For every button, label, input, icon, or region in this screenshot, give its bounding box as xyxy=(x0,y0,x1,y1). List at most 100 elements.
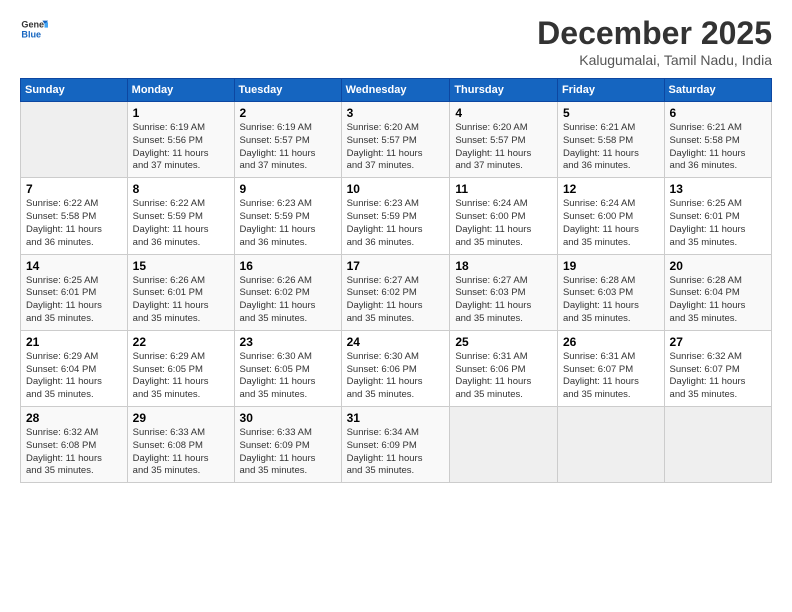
day-number: 18 xyxy=(455,259,552,273)
calendar-cell xyxy=(21,102,128,178)
day-number: 31 xyxy=(347,411,445,425)
day-info: Sunrise: 6:23 AMSunset: 5:59 PMDaylight:… xyxy=(347,198,445,249)
day-number: 20 xyxy=(670,259,766,273)
calendar-cell xyxy=(664,407,771,483)
calendar-week-row: 28 Sunrise: 6:32 AMSunset: 6:08 PMDayligh… xyxy=(21,407,772,483)
day-number: 25 xyxy=(455,335,552,349)
day-number: 23 xyxy=(240,335,336,349)
location-subtitle: Kalugumalai, Tamil Nadu, India xyxy=(537,52,772,68)
day-number: 24 xyxy=(347,335,445,349)
day-info: Sunrise: 6:25 AMSunset: 6:01 PMDaylight:… xyxy=(670,198,766,249)
calendar-cell: 19Sunrise: 6:28 AMSunset: 6:03 PMDayligh… xyxy=(557,254,664,330)
logo: General Blue xyxy=(20,15,48,43)
day-number: 6 xyxy=(670,106,766,120)
calendar-cell: 15 Sunrise: 6:26 AMSunset: 6:01 PMDayligh… xyxy=(127,254,234,330)
header: General Blue December 2025 Kalugumalai, … xyxy=(20,15,772,68)
calendar-week-row: 21 Sunrise: 6:29 AMSunset: 6:04 PMDayligh… xyxy=(21,330,772,406)
calendar-cell: 21 Sunrise: 6:29 AMSunset: 6:04 PMDayligh… xyxy=(21,330,128,406)
calendar-cell: 24 Sunrise: 6:30 AMSunset: 6:06 PMDayligh… xyxy=(341,330,450,406)
day-number: 3 xyxy=(347,106,445,120)
calendar-cell xyxy=(450,407,558,483)
day-info: Sunrise: 6:26 AMSunset: 6:01 PMDaylight:… xyxy=(133,275,229,326)
day-info: Sunrise: 6:21 AMSunset: 5:58 PMDaylight:… xyxy=(563,122,659,173)
calendar-cell: 5 Sunrise: 6:21 AMSunset: 5:58 PMDaylight… xyxy=(557,102,664,178)
calendar-cell: 23 Sunrise: 6:30 AMSunset: 6:05 PMDayligh… xyxy=(234,330,341,406)
day-info: Sunrise: 6:27 AMSunset: 6:03 PMDaylight:… xyxy=(455,275,552,326)
day-number: 14 xyxy=(26,259,122,273)
title-section: December 2025 Kalugumalai, Tamil Nadu, I… xyxy=(537,15,772,68)
day-info: Sunrise: 6:32 AMSunset: 6:08 PMDaylight:… xyxy=(26,427,122,478)
calendar-cell: 22 Sunrise: 6:29 AMSunset: 6:05 PMDayligh… xyxy=(127,330,234,406)
day-number: 7 xyxy=(26,182,122,196)
calendar-cell: 30 Sunrise: 6:33 AMSunset: 6:09 PMDayligh… xyxy=(234,407,341,483)
day-number: 29 xyxy=(133,411,229,425)
day-number: 11 xyxy=(455,182,552,196)
day-info: Sunrise: 6:24 AMSunset: 6:00 PMDaylight:… xyxy=(455,198,552,249)
calendar-table: SundayMondayTuesdayWednesdayThursdayFrid… xyxy=(20,78,772,483)
logo-icon: General Blue xyxy=(20,15,48,43)
day-number: 1 xyxy=(133,106,229,120)
day-info: Sunrise: 6:34 AMSunset: 6:09 PMDaylight:… xyxy=(347,427,445,478)
day-info: Sunrise: 6:27 AMSunset: 6:02 PMDaylight:… xyxy=(347,275,445,326)
day-number: 27 xyxy=(670,335,766,349)
day-number: 10 xyxy=(347,182,445,196)
day-number: 8 xyxy=(133,182,229,196)
day-info: Sunrise: 6:19 AMSunset: 5:56 PMDaylight:… xyxy=(133,122,229,173)
day-info: Sunrise: 6:28 AMSunset: 6:04 PMDaylight:… xyxy=(670,275,766,326)
calendar-cell: 11 Sunrise: 6:24 AMSunset: 6:00 PMDayligh… xyxy=(450,178,558,254)
calendar-cell xyxy=(557,407,664,483)
day-info: Sunrise: 6:21 AMSunset: 5:58 PMDaylight:… xyxy=(670,122,766,173)
calendar-cell: 1 Sunrise: 6:19 AMSunset: 5:56 PMDaylight… xyxy=(127,102,234,178)
header-cell-tuesday: Tuesday xyxy=(234,79,341,102)
day-number: 28 xyxy=(26,411,122,425)
day-info: Sunrise: 6:31 AMSunset: 6:07 PMDaylight:… xyxy=(563,351,659,402)
day-number: 12 xyxy=(563,182,659,196)
calendar-cell: 10 Sunrise: 6:23 AMSunset: 5:59 PMDayligh… xyxy=(341,178,450,254)
calendar-cell: 9Sunrise: 6:23 AMSunset: 5:59 PMDaylight… xyxy=(234,178,341,254)
day-number: 22 xyxy=(133,335,229,349)
calendar-cell: 3 Sunrise: 6:20 AMSunset: 5:57 PMDaylight… xyxy=(341,102,450,178)
day-info: Sunrise: 6:31 AMSunset: 6:06 PMDaylight:… xyxy=(455,351,552,402)
calendar-week-row: 1 Sunrise: 6:19 AMSunset: 5:56 PMDaylight… xyxy=(21,102,772,178)
calendar-cell: 6 Sunrise: 6:21 AMSunset: 5:58 PMDaylight… xyxy=(664,102,771,178)
day-info: Sunrise: 6:29 AMSunset: 6:05 PMDaylight:… xyxy=(133,351,229,402)
day-number: 15 xyxy=(133,259,229,273)
day-info: Sunrise: 6:23 AMSunset: 5:59 PMDaylight:… xyxy=(240,198,336,249)
day-info: Sunrise: 6:33 AMSunset: 6:08 PMDaylight:… xyxy=(133,427,229,478)
header-cell-friday: Friday xyxy=(557,79,664,102)
day-number: 26 xyxy=(563,335,659,349)
day-number: 5 xyxy=(563,106,659,120)
day-info: Sunrise: 6:25 AMSunset: 6:01 PMDaylight:… xyxy=(26,275,122,326)
header-cell-saturday: Saturday xyxy=(664,79,771,102)
day-info: Sunrise: 6:26 AMSunset: 6:02 PMDaylight:… xyxy=(240,275,336,326)
calendar-cell: 8Sunrise: 6:22 AMSunset: 5:59 PMDaylight… xyxy=(127,178,234,254)
day-info: Sunrise: 6:24 AMSunset: 6:00 PMDaylight:… xyxy=(563,198,659,249)
day-number: 2 xyxy=(240,106,336,120)
day-info: Sunrise: 6:33 AMSunset: 6:09 PMDaylight:… xyxy=(240,427,336,478)
calendar-cell: 27 Sunrise: 6:32 AMSunset: 6:07 PMDayligh… xyxy=(664,330,771,406)
calendar-cell: 7Sunrise: 6:22 AMSunset: 5:58 PMDaylight… xyxy=(21,178,128,254)
calendar-cell: 12 Sunrise: 6:24 AMSunset: 6:00 PMDayligh… xyxy=(557,178,664,254)
header-cell-wednesday: Wednesday xyxy=(341,79,450,102)
day-info: Sunrise: 6:32 AMSunset: 6:07 PMDaylight:… xyxy=(670,351,766,402)
header-cell-thursday: Thursday xyxy=(450,79,558,102)
day-info: Sunrise: 6:29 AMSunset: 6:04 PMDaylight:… xyxy=(26,351,122,402)
day-number: 13 xyxy=(670,182,766,196)
day-number: 21 xyxy=(26,335,122,349)
day-info: Sunrise: 6:20 AMSunset: 5:57 PMDaylight:… xyxy=(455,122,552,173)
calendar-cell: 16Sunrise: 6:26 AMSunset: 6:02 PMDayligh… xyxy=(234,254,341,330)
calendar-cell: 18 Sunrise: 6:27 AMSunset: 6:03 PMDayligh… xyxy=(450,254,558,330)
header-cell-sunday: Sunday xyxy=(21,79,128,102)
day-info: Sunrise: 6:28 AMSunset: 6:03 PMDaylight:… xyxy=(563,275,659,326)
month-title: December 2025 xyxy=(537,15,772,52)
day-number: 4 xyxy=(455,106,552,120)
calendar-cell: 2Sunrise: 6:19 AMSunset: 5:57 PMDaylight… xyxy=(234,102,341,178)
calendar-cell: 31 Sunrise: 6:34 AMSunset: 6:09 PMDayligh… xyxy=(341,407,450,483)
day-number: 17 xyxy=(347,259,445,273)
day-info: Sunrise: 6:30 AMSunset: 6:05 PMDaylight:… xyxy=(240,351,336,402)
day-number: 30 xyxy=(240,411,336,425)
calendar-cell: 29 Sunrise: 6:33 AMSunset: 6:08 PMDayligh… xyxy=(127,407,234,483)
day-info: Sunrise: 6:20 AMSunset: 5:57 PMDaylight:… xyxy=(347,122,445,173)
calendar-cell: 25 Sunrise: 6:31 AMSunset: 6:06 PMDayligh… xyxy=(450,330,558,406)
day-info: Sunrise: 6:30 AMSunset: 6:06 PMDaylight:… xyxy=(347,351,445,402)
